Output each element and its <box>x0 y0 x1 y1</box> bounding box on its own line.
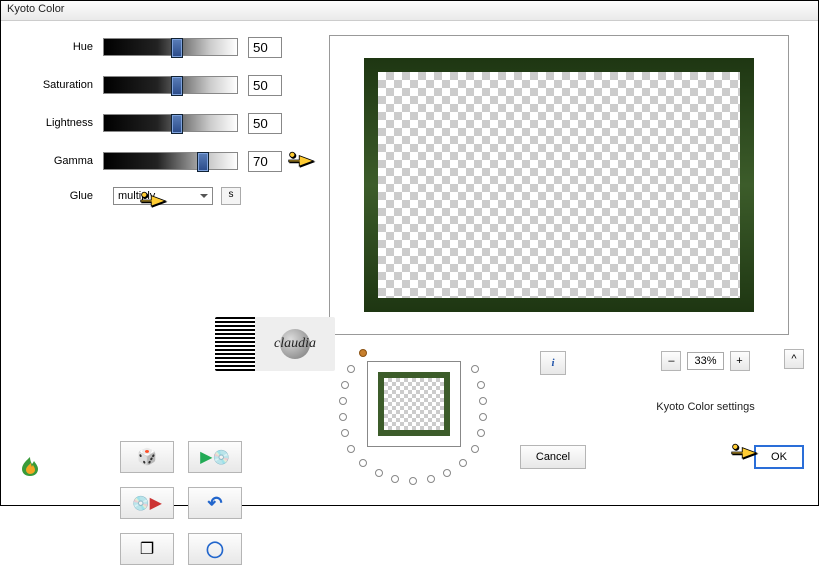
saturation-row: Saturation <box>15 73 315 97</box>
preset-dot[interactable] <box>391 475 399 483</box>
hue-label: Hue <box>15 41 103 53</box>
signature-graphic: claudia <box>215 317 335 371</box>
preset-dot[interactable] <box>459 459 467 467</box>
disc-icon: 💿 <box>212 449 229 466</box>
preset-dot[interactable] <box>477 429 485 437</box>
hue-value[interactable] <box>248 37 282 58</box>
undo-icon: ↶ <box>207 493 222 514</box>
zoom-controls: – 33% + <box>661 351 749 371</box>
preset-dot[interactable] <box>341 381 349 389</box>
pointer-hand-icon <box>287 149 315 177</box>
undo-button[interactable]: ↶ <box>188 487 242 519</box>
glue-label: Glue <box>15 190 103 202</box>
preset-dot[interactable] <box>339 397 347 405</box>
preview-area <box>329 35 789 335</box>
preset-dot[interactable] <box>479 397 487 405</box>
minus-icon: – <box>668 355 674 367</box>
hue-slider[interactable] <box>103 38 238 56</box>
load-play-button[interactable]: 💿 ▶ <box>120 487 174 519</box>
action-buttons: 🎲 ▶ 💿 💿 ▶ ↶ ❐ ◯ <box>120 441 242 565</box>
preset-dot[interactable] <box>471 365 479 373</box>
ok-button[interactable]: OK <box>754 445 804 469</box>
saturation-slider[interactable] <box>103 76 238 94</box>
preview-frame <box>364 58 754 312</box>
preset-dot[interactable] <box>477 381 485 389</box>
preset-ring[interactable] <box>329 347 499 487</box>
reset-button[interactable]: ◯ <box>188 533 242 565</box>
gamma-slider[interactable] <box>103 152 238 170</box>
controls-panel: Hue Saturation Lightness Gamma <box>15 35 315 487</box>
plus-icon: + <box>736 355 742 367</box>
app-icon <box>18 454 42 484</box>
settings-label: Kyoto Color settings <box>656 401 754 413</box>
glue-select[interactable]: multiply <box>113 187 213 205</box>
preset-dot[interactable] <box>359 459 367 467</box>
info-button[interactable]: i <box>540 351 566 375</box>
swap-button[interactable]: s <box>221 187 241 205</box>
play-icon: ▶ <box>150 493 162 513</box>
preset-dot[interactable] <box>471 445 479 453</box>
lightness-value[interactable] <box>248 113 282 134</box>
ring-icon: ◯ <box>206 539 224 559</box>
copy-icon: ❐ <box>140 539 154 559</box>
preset-dot[interactable] <box>427 475 435 483</box>
preset-dot[interactable] <box>339 413 347 421</box>
preset-dot[interactable] <box>347 365 355 373</box>
preview-checker <box>378 72 740 298</box>
preview-panel: i Cancel – 33% + ^ Kyoto Color settings … <box>329 35 804 487</box>
main-content: Hue Saturation Lightness Gamma <box>1 21 818 501</box>
caret-up-icon: ^ <box>791 353 796 365</box>
preset-dot[interactable] <box>347 445 355 453</box>
preset-dot[interactable] <box>409 477 417 485</box>
play-save-button[interactable]: ▶ 💿 <box>188 441 242 473</box>
play-icon: ▶ <box>200 447 212 467</box>
copy-button[interactable]: ❐ <box>120 533 174 565</box>
preset-dot[interactable] <box>341 429 349 437</box>
saturation-label: Saturation <box>15 79 103 91</box>
window-title: Kyoto Color <box>7 3 64 15</box>
collapse-button[interactable]: ^ <box>784 349 804 369</box>
lightness-slider[interactable] <box>103 114 238 132</box>
info-icon: i <box>551 357 554 369</box>
lightness-row: Lightness <box>15 111 315 135</box>
hue-row: Hue <box>15 35 315 59</box>
preset-dot[interactable] <box>375 469 383 477</box>
right-column: – 33% + ^ Kyoto Color settings OK <box>607 347 804 487</box>
zoom-in-button[interactable]: + <box>730 351 750 371</box>
glue-row: Glue multiply s <box>15 187 315 205</box>
dice-icon: 🎲 <box>137 447 157 467</box>
gamma-label: Gamma <box>15 155 103 167</box>
mid-column: i Cancel <box>513 347 593 487</box>
preset-dot[interactable] <box>479 413 487 421</box>
cancel-button[interactable]: Cancel <box>520 445 586 469</box>
randomize-button[interactable]: 🎲 <box>120 441 174 473</box>
gamma-value[interactable] <box>248 151 282 172</box>
saturation-value[interactable] <box>248 75 282 96</box>
preset-dot[interactable] <box>359 349 367 357</box>
zoom-value[interactable]: 33% <box>687 352 723 370</box>
disc-icon: 💿 <box>132 495 149 512</box>
titlebar: Kyoto Color <box>1 1 818 21</box>
signature-text: claudia <box>274 336 316 352</box>
preset-dot[interactable] <box>443 469 451 477</box>
zoom-out-button[interactable]: – <box>661 351 681 371</box>
preset-thumbnail <box>367 361 461 447</box>
glue-selected: multiply <box>118 190 155 202</box>
lightness-label: Lightness <box>15 117 103 129</box>
lower-controls: i Cancel – 33% + ^ Kyoto Color settings … <box>329 347 804 487</box>
gamma-row: Gamma <box>15 149 315 173</box>
